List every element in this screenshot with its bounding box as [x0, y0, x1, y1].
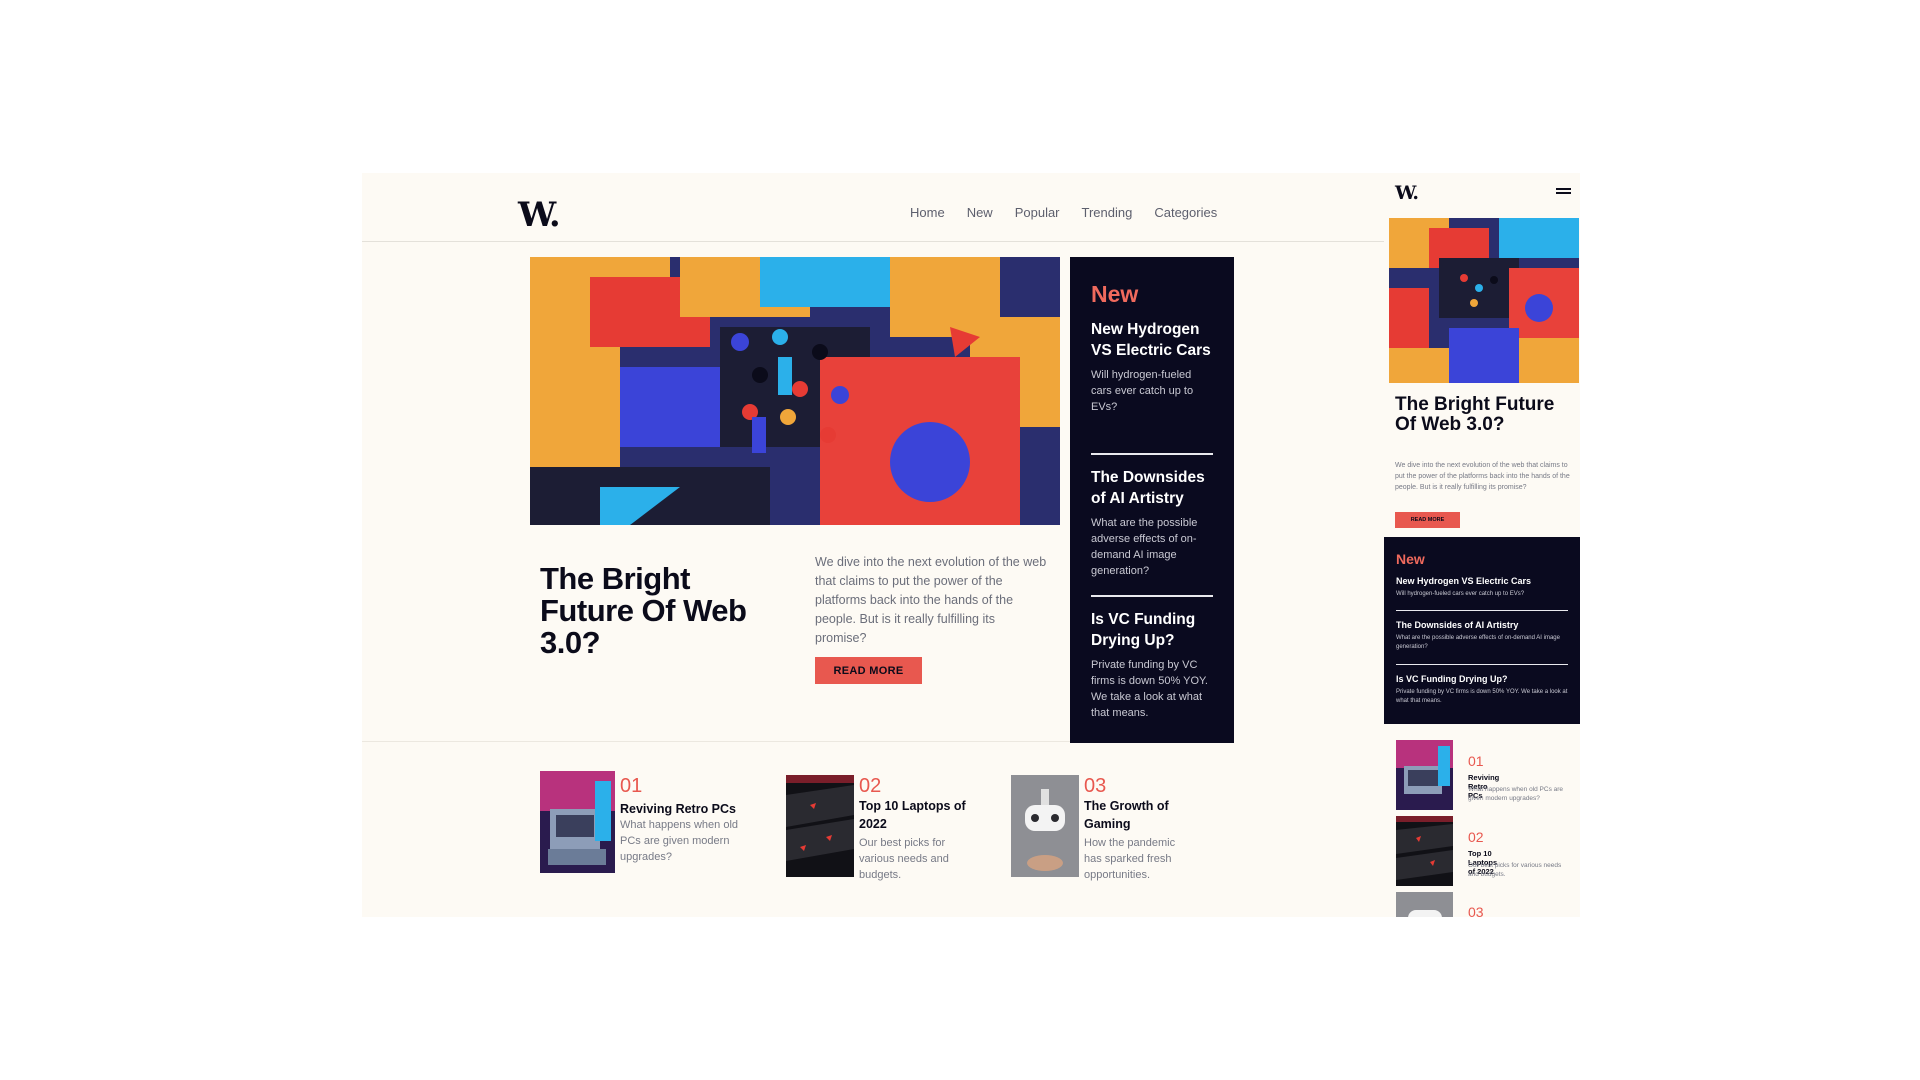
card-number: 03	[1084, 775, 1107, 797]
new-articles-panel: New New Hydrogen VS Electric Cars Will h…	[1384, 537, 1580, 724]
nav-categories[interactable]: Categories	[1154, 205, 1217, 220]
divider	[1091, 595, 1213, 597]
new-item[interactable]: Is VC Funding Drying Up? Private funding…	[1396, 674, 1568, 706]
new-item[interactable]: New Hydrogen VS Electric Cars Will hydro…	[1396, 576, 1568, 599]
hero-image[interactable]	[530, 257, 1060, 525]
card-number: 01	[1468, 753, 1484, 769]
new-item-description: Will hydrogen-fueled cars ever catch up …	[1396, 591, 1525, 597]
card-number: 03	[1468, 904, 1484, 917]
card-description: What happens when old PCs are given mode…	[620, 819, 739, 863]
divider	[1396, 664, 1568, 665]
new-item-description: What are the possible adverse effects of…	[1396, 635, 1560, 650]
hero-title[interactable]: The Bright Future Of Web 3.0?	[1395, 395, 1555, 435]
hamburger-menu-icon[interactable]	[1556, 188, 1571, 196]
retro-pc-thumbnail[interactable]	[1396, 740, 1453, 810]
card-description: Our best picks for various needs and bud…	[1468, 862, 1562, 878]
hero-image[interactable]	[1389, 218, 1579, 383]
new-item-title[interactable]: New Hydrogen VS Electric Cars	[1091, 319, 1213, 361]
card-title[interactable]: Top 10 Laptops of 2022	[859, 797, 969, 833]
read-more-button[interactable]: READ MORE	[815, 657, 922, 684]
hero-description: We dive into the next evolution of the w…	[815, 555, 1047, 645]
card-number: 02	[1468, 829, 1484, 845]
gaming-thumbnail[interactable]	[1396, 892, 1453, 917]
new-item-title[interactable]: Is VC Funding Drying Up?	[1396, 674, 1568, 684]
nav-popular[interactable]: Popular	[1015, 205, 1060, 220]
card-description: What happens when old PCs are given mode…	[1468, 786, 1564, 802]
card-number: 02	[859, 775, 882, 797]
gaming-thumbnail[interactable]	[1011, 775, 1079, 877]
new-item-title[interactable]: New Hydrogen VS Electric Cars	[1396, 576, 1568, 586]
nav-trending[interactable]: Trending	[1082, 205, 1133, 220]
card-description: Our best picks for various needs and bud…	[859, 837, 949, 881]
new-item-title[interactable]: Is VC Funding Drying Up?	[1091, 609, 1213, 651]
divider	[1396, 610, 1568, 611]
new-item-description: What are the possible adverse effects of…	[1091, 517, 1198, 577]
section-divider	[362, 741, 1070, 742]
new-item[interactable]: The Downsides of AI Artistry What are th…	[1396, 620, 1568, 652]
retro-pc-thumbnail[interactable]	[540, 771, 615, 873]
header: W. Home New Popular Trending Categories	[362, 173, 1384, 242]
laptops-thumbnail[interactable]	[786, 775, 854, 877]
new-item-title[interactable]: The Downsides of AI Artistry	[1396, 620, 1568, 630]
new-item-description: Private funding by VC firms is down 50% …	[1396, 689, 1568, 704]
card-title[interactable]: Reviving Retro PCs	[620, 800, 740, 818]
nav-home[interactable]: Home	[910, 205, 945, 220]
main-nav: Home New Popular Trending Categories	[910, 205, 1217, 220]
new-heading: New	[1396, 551, 1425, 567]
hero-description: We dive into the next evolution of the w…	[1395, 462, 1570, 491]
new-item[interactable]: The Downsides of AI Artistry What are th…	[1091, 467, 1213, 579]
site-logo[interactable]: W.	[1395, 182, 1419, 204]
new-item[interactable]: New Hydrogen VS Electric Cars Will hydro…	[1091, 319, 1213, 415]
card-description: How the pandemic has sparked fresh oppor…	[1084, 837, 1176, 881]
nav-new[interactable]: New	[967, 205, 993, 220]
site-logo[interactable]: W.	[518, 195, 561, 235]
card-number: 01	[620, 775, 643, 797]
new-item-description: Private funding by VC firms is down 50% …	[1091, 659, 1208, 719]
new-item-title[interactable]: The Downsides of AI Artistry	[1091, 467, 1213, 509]
laptops-thumbnail[interactable]	[1396, 816, 1453, 886]
new-item-description: Will hydrogen-fueled cars ever catch up …	[1091, 369, 1194, 413]
desktop-frame: W. Home New Popular Trending Categories	[362, 173, 1384, 917]
card-title[interactable]: The Growth of Gaming	[1084, 797, 1194, 833]
new-articles-panel: New New Hydrogen VS Electric Cars Will h…	[1070, 257, 1234, 743]
mobile-frame: W. The Bright Future Of Web 3.0? We dive…	[1384, 173, 1580, 917]
hero-title[interactable]: The Bright Future Of Web 3.0?	[540, 563, 790, 659]
divider	[1091, 453, 1213, 455]
new-heading: New	[1091, 281, 1139, 307]
read-more-button[interactable]: READ MORE	[1395, 512, 1460, 528]
new-item[interactable]: Is VC Funding Drying Up? Private funding…	[1091, 609, 1213, 721]
